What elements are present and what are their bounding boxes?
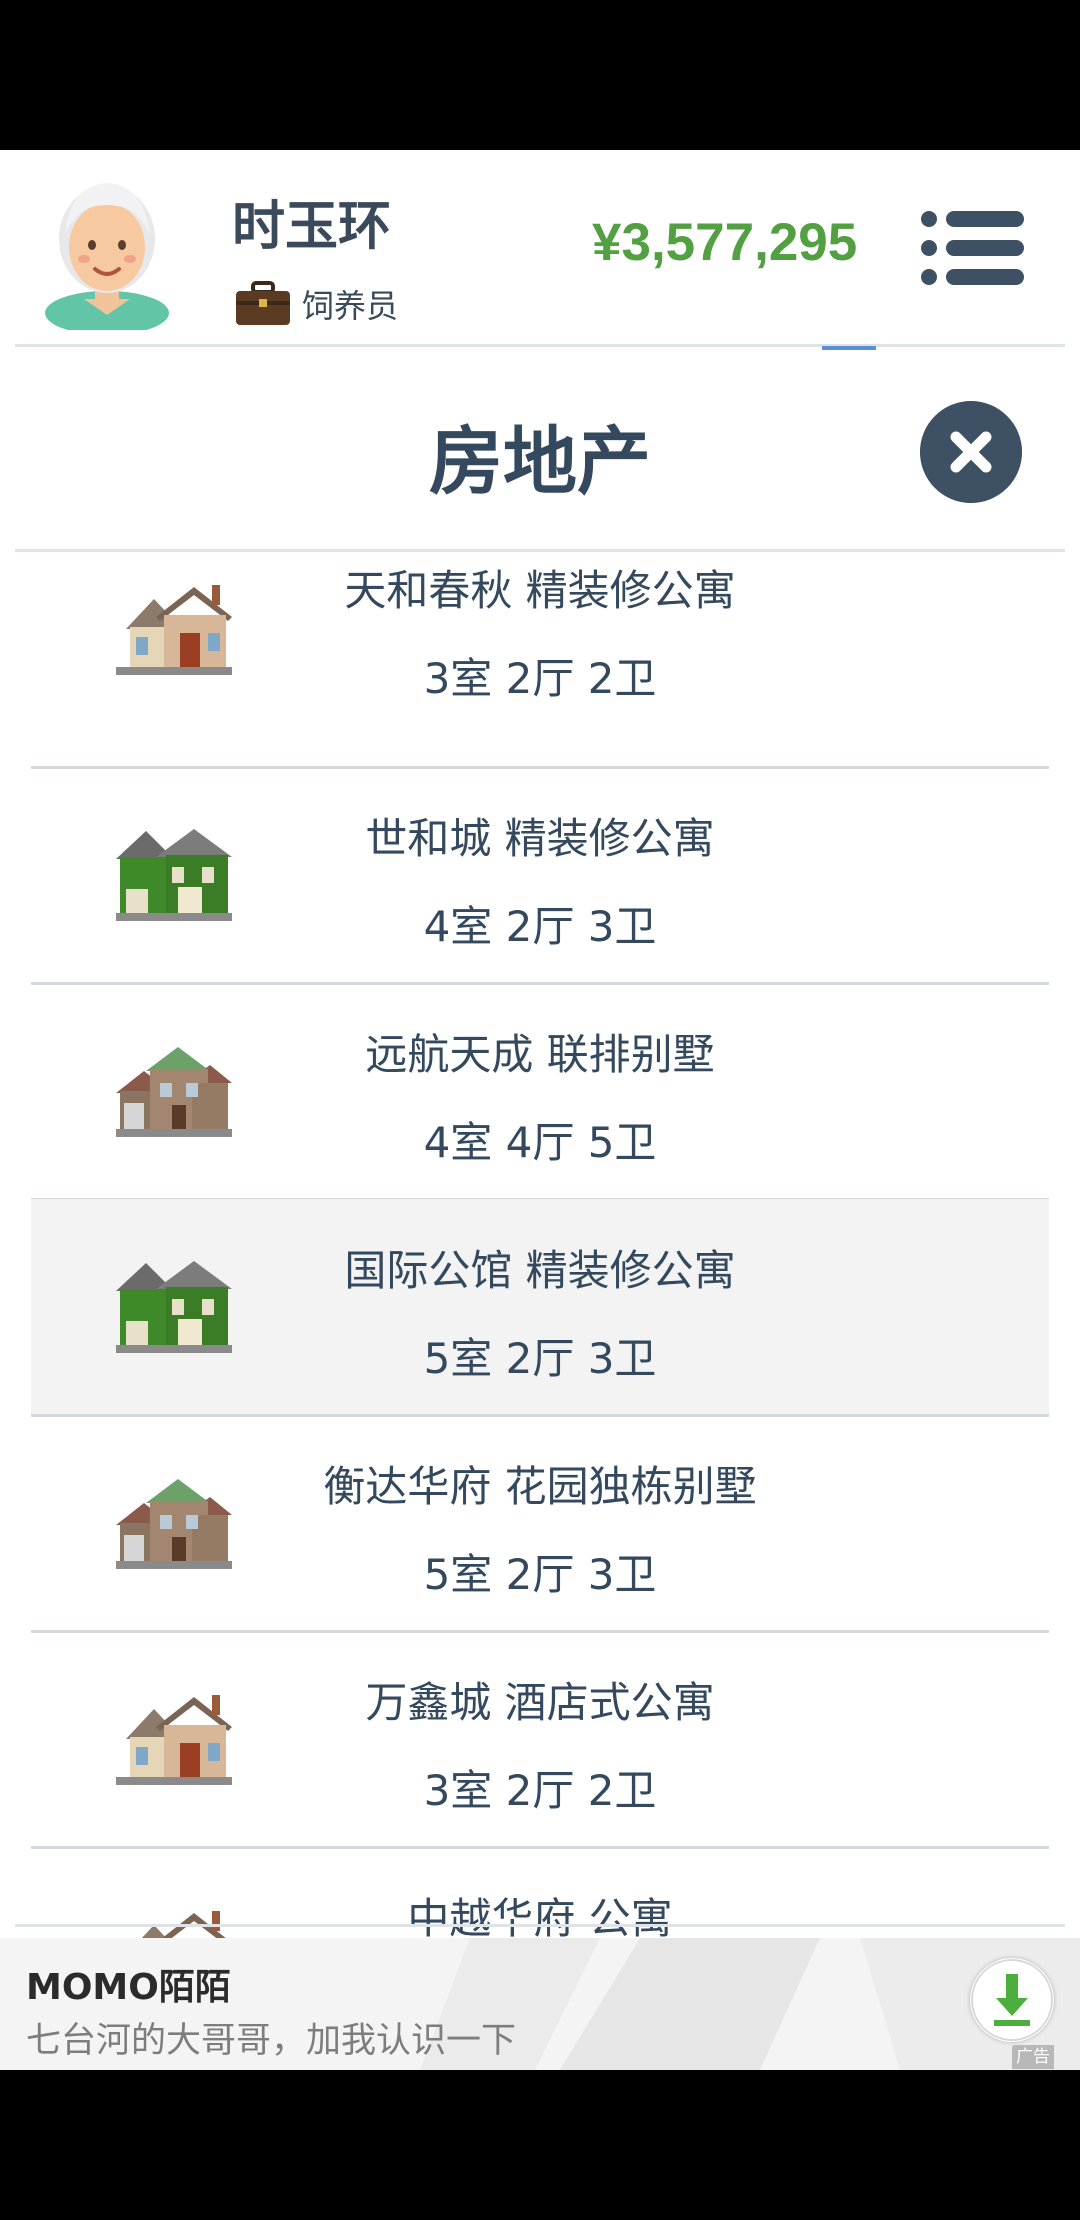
property-rooms: 4室 4厅 5卫 [423, 1118, 657, 1167]
property-row-selected[interactable]: 国际公馆 精装修公寓 5室 2厅 3卫 [31, 1199, 1049, 1414]
job-label: 饲养员 [302, 287, 399, 325]
property-row[interactable]: 衡达华府 花园独栋别墅 5室 2厅 3卫 [31, 1415, 1049, 1630]
app-screen: 时玉环 饲养员 ¥3,577,295 房地产 天和春秋 精装修公寓 3室 2厅 … [0, 150, 1080, 2070]
player-name: 时玉环 [232, 196, 391, 257]
property-row[interactable]: 远航天成 联排别墅 4室 4厅 5卫 [31, 983, 1049, 1198]
job-info: 饲养员 [234, 278, 398, 330]
property-name: 天和春秋 精装修公寓 [344, 566, 736, 615]
property-rooms: 4室 2厅 3卫 [423, 902, 657, 951]
close-button[interactable] [920, 401, 1022, 503]
header-divider [15, 344, 1065, 347]
property-rooms: 3室 2厅 2卫 [423, 1766, 657, 1815]
property-name: 世和城 精装修公寓 [365, 814, 715, 863]
property-row[interactable]: 天和春秋 精装修公寓 3室 2厅 2卫 [31, 551, 1049, 766]
property-name: 万鑫城 酒店式公寓 [365, 1678, 715, 1727]
property-rooms: 5室 2厅 3卫 [423, 1550, 657, 1599]
ad-badge: 广告 [1012, 2045, 1054, 2069]
property-row[interactable]: 世和城 精装修公寓 4室 2厅 3卫 [31, 767, 1049, 982]
property-rooms: 5室 2厅 3卫 [423, 1334, 657, 1383]
property-row[interactable]: 万鑫城 酒店式公寓 3室 2厅 2卫 [31, 1631, 1049, 1846]
property-list: 天和春秋 精装修公寓 3室 2厅 2卫 世和城 精装修公寓 4室 2厅 3卫 远… [0, 551, 1080, 2070]
property-name: 中越华府 公寓 [407, 1894, 673, 1943]
ad-text: 七台河的大哥哥，加我认识一下 [26, 2021, 517, 2061]
property-name: 国际公馆 精装修公寓 [344, 1246, 736, 1295]
avatar[interactable] [40, 165, 175, 330]
ad-banner[interactable]: MOMO陌陌 七台河的大哥哥，加我认识一下 广告 [0, 1938, 1080, 2070]
ad-divider [15, 1924, 1065, 1927]
property-rooms: 3室 2厅 2卫 [423, 654, 657, 703]
briefcase-icon [236, 281, 290, 325]
property-name: 衡达华府 花园独栋别墅 [323, 1462, 757, 1511]
section-title: 房地产 [429, 419, 651, 505]
money-balance: ¥3,577,295 [592, 213, 858, 272]
scroll-indicator [822, 346, 876, 350]
download-icon[interactable] [970, 1958, 1054, 2042]
menu-icon[interactable] [920, 208, 1026, 288]
property-name: 远航天成 联排别墅 [365, 1030, 715, 1079]
player-header: 时玉环 饲养员 ¥3,577,295 [0, 150, 1080, 346]
ad-title: MOMO陌陌 [26, 1967, 231, 2008]
